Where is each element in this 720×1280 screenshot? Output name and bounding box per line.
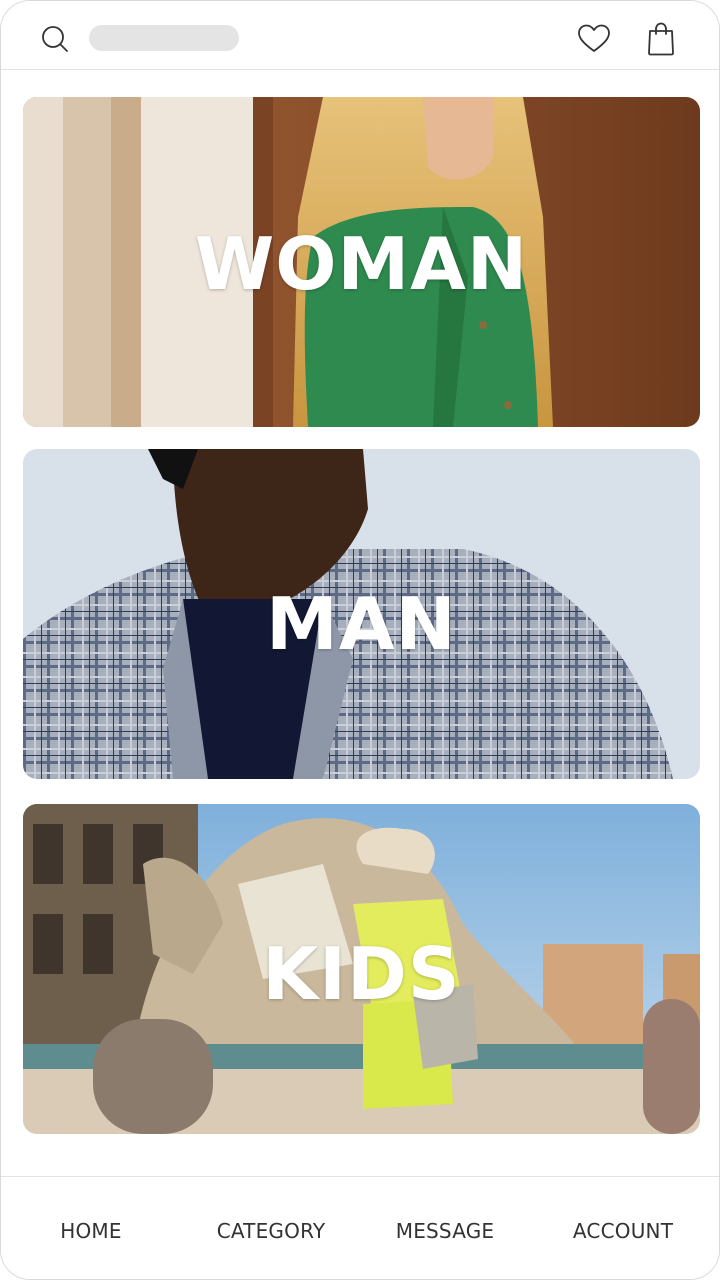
shopping-bag-icon[interactable] (646, 22, 676, 56)
app-screen: WOMAN MAN KIDS HOME CATEGORY MESSAGE ACC… (0, 0, 720, 1280)
nav-account[interactable]: ACCOUNT (533, 1219, 713, 1243)
category-card-woman[interactable]: WOMAN (23, 97, 700, 427)
search-input[interactable] (89, 25, 239, 51)
heart-icon[interactable] (577, 23, 611, 55)
search-icon[interactable] (41, 25, 69, 53)
nav-home[interactable]: HOME (1, 1219, 181, 1243)
nav-message[interactable]: MESSAGE (355, 1219, 535, 1243)
category-card-kids[interactable]: KIDS (23, 804, 700, 1134)
bottom-navigation: HOME CATEGORY MESSAGE ACCOUNT (1, 1176, 719, 1279)
category-card-man[interactable]: MAN (23, 449, 700, 779)
nav-category[interactable]: CATEGORY (181, 1219, 361, 1243)
top-header (1, 1, 719, 70)
category-label-kids: KIDS (262, 932, 461, 1016)
category-label-woman: WOMAN (194, 222, 529, 306)
category-label-man: MAN (266, 582, 457, 666)
